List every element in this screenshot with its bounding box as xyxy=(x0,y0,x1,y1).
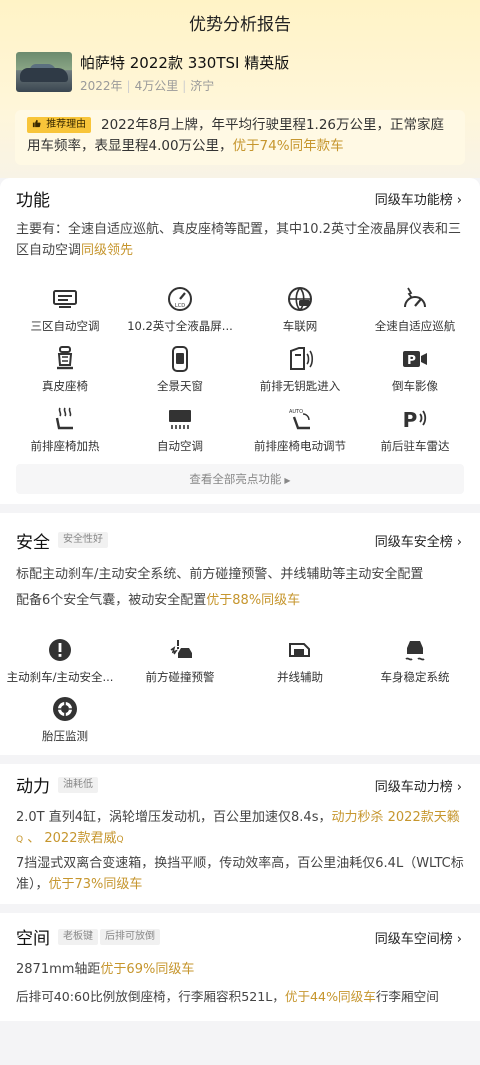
recommend-reason-text: 2022年8月上牌，年平均行驶里程1.26万公里，正常家庭用车频率，表显里程4.… xyxy=(27,117,445,154)
leather-seat-icon xyxy=(57,346,73,370)
feature-item[interactable]: P 倒车影像 xyxy=(355,345,475,401)
svg-text:AUTO: AUTO xyxy=(289,409,303,415)
chevron-right-icon: › xyxy=(456,780,462,795)
feature-item[interactable]: 真皮座椅 xyxy=(5,345,125,401)
feature-item[interactable]: 全速自适应巡航 xyxy=(355,285,475,341)
svg-text:LCD: LCD xyxy=(175,303,185,309)
ac-panel-icon xyxy=(53,290,77,308)
power-section: 动力 油耗低 同级车动力榜 › 2.0T 直列4缸，涡轮增压发动机，百公里加速仅8… xyxy=(0,764,480,904)
safety-rank-link[interactable]: 同级车安全榜 › xyxy=(375,531,462,550)
feature-item[interactable]: 胎压监测 xyxy=(5,695,125,751)
safety-badge: 安全性好 xyxy=(58,532,108,548)
keyless-entry-icon xyxy=(290,347,314,370)
car-thumbnail[interactable] xyxy=(16,52,72,92)
header-banner: 优势分析报告 帕萨特 2022款 330TSI 精英版 2022年 | 4万公里 | 济… xyxy=(0,0,480,178)
car-city: 济宁 xyxy=(190,79,215,93)
feature-item[interactable]: AUTO 前排座椅电动调节 xyxy=(240,405,360,461)
function-desc: 主要有：全速自适应巡航、真皮座椅等配置，其中10.2英寸全液晶屏仪表和三区自动空… xyxy=(16,222,461,258)
reverse-camera-icon: P xyxy=(403,351,427,367)
collision-warning-icon xyxy=(170,640,192,658)
stability-control-icon xyxy=(405,641,425,661)
space-highlight-2: 优于44%同级车 xyxy=(284,989,376,1004)
feature-item[interactable]: 前排座椅加热 xyxy=(5,405,125,461)
car-meta: 2022年 | 4万公里 | 济宁 xyxy=(80,79,215,93)
compare-link-2[interactable]: 2022款君威Q xyxy=(44,831,123,846)
tire-pressure-icon xyxy=(53,697,77,721)
space-rank-link[interactable]: 同级车空间榜 › xyxy=(375,928,462,947)
feature-item[interactable]: 前方碰撞预警 xyxy=(120,636,240,692)
search-icon: Q xyxy=(116,835,124,845)
seat-heating-icon xyxy=(55,407,73,430)
feature-item[interactable]: 车身稳定系统 xyxy=(355,636,475,692)
parking-radar-icon: P xyxy=(403,408,427,432)
power-rank-link[interactable]: 同级车动力榜 › xyxy=(375,776,462,795)
page-title: 优势分析报告 xyxy=(189,15,291,35)
power-desc-1: 2.0T 直列4缸，涡轮增压发动机，百公里加速仅8.4s，动力秒杀 2022款天… xyxy=(16,810,460,846)
feature-item[interactable]: 并线辅助 xyxy=(240,636,360,692)
feature-item[interactable]: 前排无钥匙进入 xyxy=(240,345,360,401)
car-mileage: 4万公里 xyxy=(134,79,179,93)
active-brake-icon xyxy=(49,639,71,661)
space-highlight: 优于69%同级车 xyxy=(100,962,195,977)
adaptive-cruise-icon xyxy=(404,287,426,308)
panoramic-sunroof-icon xyxy=(172,346,188,372)
power-desc-2: 7挡湿式双离合变速箱，换挡平顺，传动效率高，百公里油耗仅6.4L（WLTC标准）… xyxy=(16,856,464,892)
function-section: 功能 同级车功能榜 › 主要有：全速自适应巡航、真皮座椅等配置，其中10.2英寸全… xyxy=(0,178,480,504)
safety-desc-1: 标配主动刹车/主动安全系统、前方碰撞预警、并线辅助等主动安全配置 xyxy=(16,567,424,582)
feature-item[interactable]: P 前后驻车雷达 xyxy=(355,405,475,461)
view-all-features-button[interactable]: 查看全部亮点功能 ▶ xyxy=(16,464,464,494)
auto-ac-icon xyxy=(169,410,191,429)
power-highlight-2: 优于73%同级车 xyxy=(48,877,143,892)
chevron-right-icon: › xyxy=(456,535,462,550)
function-highlight: 同级领先 xyxy=(81,243,134,258)
svg-text:P: P xyxy=(407,353,416,367)
reason-highlight: 优于74%同年款车 xyxy=(232,138,344,154)
lane-assist-icon xyxy=(289,643,310,657)
lcd-gauge-icon: LCD xyxy=(168,287,192,311)
feature-item[interactable]: LCD 10.2英寸全液晶屏... xyxy=(120,285,240,341)
power-title: 动力 xyxy=(16,777,50,797)
power-highlight: 动力秒杀 xyxy=(331,810,384,825)
space-badge-1: 老板键 xyxy=(58,929,98,945)
space-desc-2: 后排可40:60比例放倒座椅，行李厢容积521L，优于44%同级车行李厢空间 xyxy=(16,989,439,1004)
svg-text:P: P xyxy=(403,408,418,432)
safety-highlight: 优于88%同级车 xyxy=(206,593,301,608)
safety-section: 安全 安全性好 同级车安全榜 › 标配主动刹车/主动安全系统、前方碰撞预警、并线辅… xyxy=(0,513,480,755)
safety-desc-2: 配备6个安全气囊，被动安全配置优于88%同级车 xyxy=(16,593,301,608)
power-badge: 油耗低 xyxy=(58,777,98,793)
feature-item[interactable]: 主动刹车/主动安全... xyxy=(0,636,120,692)
space-section: 空间 老板键 后排可放倒 同级车空间榜 › 2871mm轴距优于69%同级车 后排… xyxy=(0,913,480,1021)
car-name: 帕萨特 2022款 330TSI 精英版 xyxy=(80,54,290,72)
chevron-right-icon: › xyxy=(456,932,462,947)
search-icon: Q xyxy=(16,835,24,845)
safety-title: 安全 xyxy=(16,533,50,553)
space-title: 空间 xyxy=(16,929,50,949)
feature-item[interactable]: 车联网 xyxy=(240,285,360,341)
car-year: 2022年 xyxy=(80,79,123,93)
triangle-right-icon: ▶ xyxy=(284,476,291,485)
function-rank-link[interactable]: 同级车功能榜 › xyxy=(375,189,462,208)
space-desc-1: 2871mm轴距优于69%同级车 xyxy=(16,962,195,977)
feature-item[interactable]: 自动空调 xyxy=(120,405,240,461)
feature-item[interactable]: 三区自动空调 xyxy=(5,285,125,341)
chevron-right-icon: › xyxy=(456,193,462,208)
connected-car-icon xyxy=(288,287,312,311)
function-title: 功能 xyxy=(16,191,50,211)
power-seat-icon: AUTO xyxy=(289,409,310,430)
feature-item[interactable]: 全景天窗 xyxy=(120,345,240,401)
space-badge-2: 后排可放倒 xyxy=(100,929,160,945)
recommend-reason-card: 推荐理由 2022年8月上牌，年平均行驶里程1.26万公里，正常家庭用车频率，表… xyxy=(15,110,465,165)
